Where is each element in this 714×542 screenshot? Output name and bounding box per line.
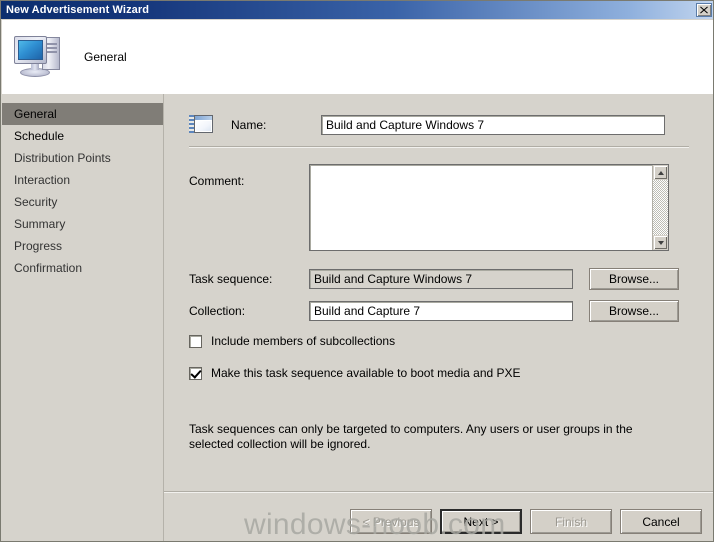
- name-separator: [189, 146, 689, 148]
- scroll-down-icon[interactable]: [653, 235, 668, 250]
- wizard-header: General: [2, 20, 713, 94]
- advertisement-icon: [189, 114, 213, 135]
- scroll-up-icon[interactable]: [653, 165, 668, 180]
- task-sequence-browse-button[interactable]: Browse...: [589, 268, 679, 290]
- computer-icon: [12, 32, 68, 82]
- sidebar-item-security[interactable]: Security: [2, 191, 163, 213]
- name-row: Name:: [189, 114, 665, 135]
- sidebar-list: General Schedule Distribution Points Int…: [2, 94, 163, 279]
- content-pane: Name: Comment: Task sequence: Browse... …: [164, 94, 713, 491]
- title-bar: New Advertisement Wizard: [1, 1, 713, 19]
- include-subcollections-checkbox[interactable]: [189, 334, 202, 348]
- close-icon[interactable]: [696, 3, 712, 17]
- include-subcollections-row[interactable]: Include members of subcollections: [189, 334, 395, 348]
- collection-browse-button[interactable]: Browse...: [589, 300, 679, 322]
- comment-label: Comment:: [189, 174, 245, 188]
- sidebar-item-progress[interactable]: Progress: [2, 235, 163, 257]
- cancel-button[interactable]: Cancel: [620, 509, 702, 534]
- task-sequence-label: Task sequence:: [189, 272, 273, 286]
- page-title: General: [84, 50, 127, 64]
- close-x-glyph: [700, 6, 708, 14]
- collection-input[interactable]: [309, 301, 573, 321]
- window-title: New Advertisement Wizard: [6, 4, 150, 16]
- info-text: Task sequences can only be targeted to c…: [189, 422, 633, 451]
- wizard-sidebar: General Schedule Distribution Points Int…: [2, 94, 163, 541]
- collection-row: Collection: Browse...: [189, 300, 679, 322]
- task-sequence-row: Task sequence: Browse...: [189, 268, 679, 290]
- sidebar-item-summary[interactable]: Summary: [2, 213, 163, 235]
- boot-media-label: Make this task sequence available to boo…: [211, 366, 521, 380]
- sidebar-item-distribution-points[interactable]: Distribution Points: [2, 147, 163, 169]
- boot-media-checkbox[interactable]: [189, 366, 202, 380]
- task-sequence-input[interactable]: [309, 269, 573, 289]
- sidebar-item-confirmation[interactable]: Confirmation: [2, 257, 163, 279]
- sidebar-item-interaction[interactable]: Interaction: [2, 169, 163, 191]
- name-label: Name:: [231, 117, 267, 132]
- comment-textarea[interactable]: [310, 165, 652, 250]
- monitor-screen: [18, 40, 43, 60]
- sidebar-item-schedule[interactable]: Schedule: [2, 125, 163, 147]
- comment-box: [309, 164, 669, 251]
- include-subcollections-label: Include members of subcollections: [211, 334, 396, 348]
- name-input[interactable]: [321, 114, 665, 135]
- boot-media-row[interactable]: Make this task sequence available to boo…: [189, 366, 521, 380]
- footer-button-group: < Previous Next > Finish Cancel: [350, 509, 702, 534]
- wizard-window: New Advertisement Wizard General General…: [0, 0, 714, 542]
- next-button[interactable]: Next >: [440, 509, 522, 534]
- collection-label: Collection:: [189, 304, 246, 318]
- monitor-bezel: [14, 36, 47, 64]
- finish-button[interactable]: Finish: [530, 509, 612, 534]
- advertisement-icon-window: [194, 115, 213, 133]
- sidebar-item-general[interactable]: General: [2, 103, 163, 125]
- wizard-footer: < Previous Next > Finish Cancel: [164, 491, 713, 541]
- comment-scrollbar[interactable]: [652, 165, 668, 250]
- previous-button[interactable]: < Previous: [350, 509, 432, 534]
